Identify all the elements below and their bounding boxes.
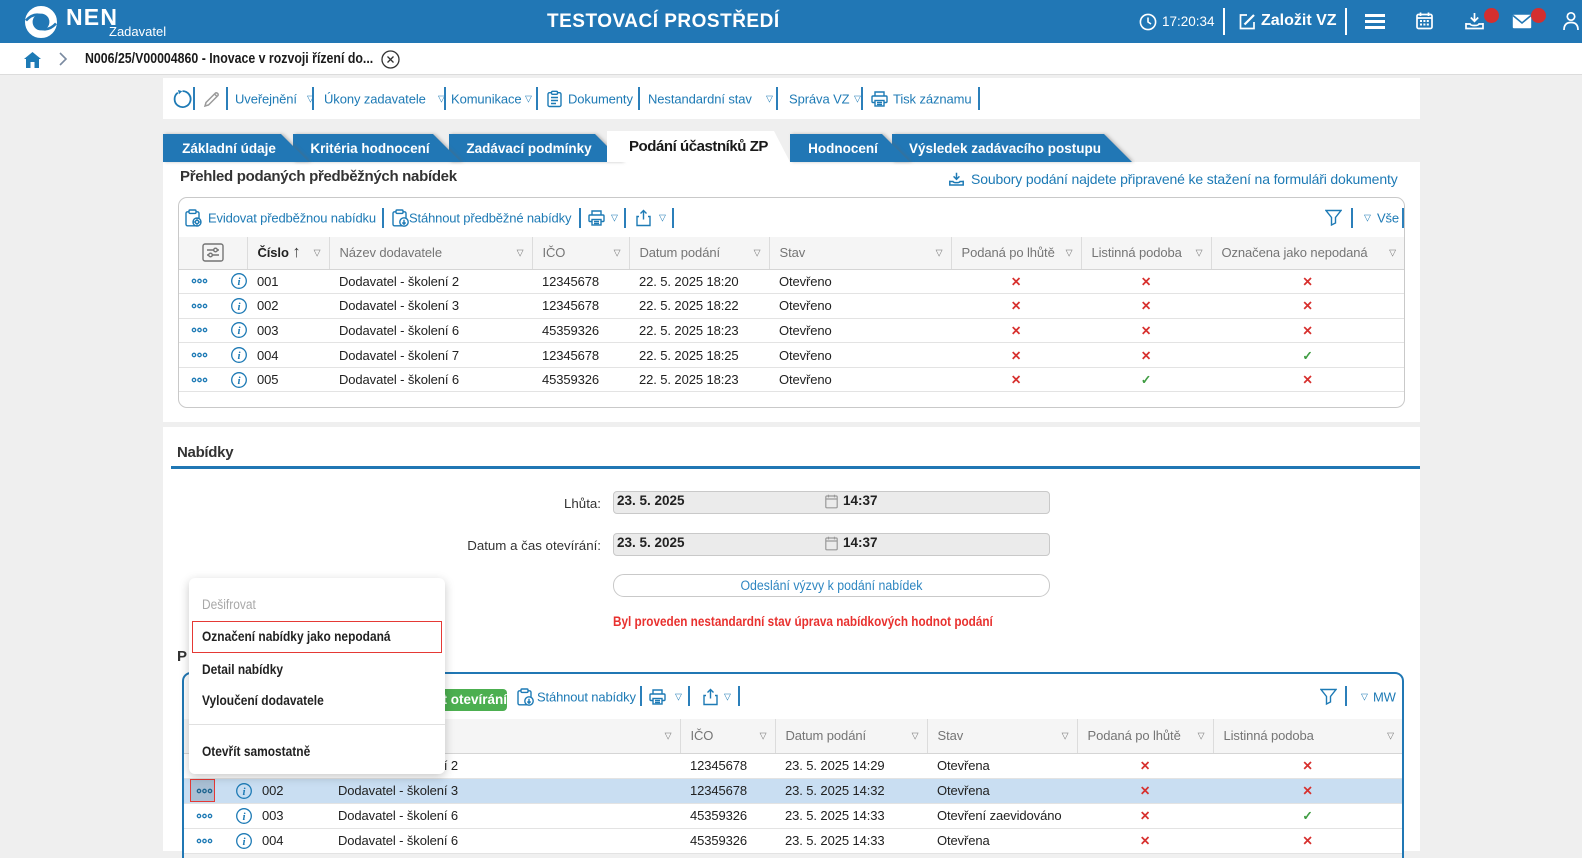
svg-text:i: i [238,325,242,337]
svg-text:i: i [238,276,242,288]
svg-text:i: i [238,301,242,313]
svg-text:i: i [243,786,247,798]
svg-text:i: i [238,350,242,362]
svg-text:i: i [243,811,247,823]
svg-text:i: i [243,836,247,848]
svg-text:i: i [238,375,242,387]
